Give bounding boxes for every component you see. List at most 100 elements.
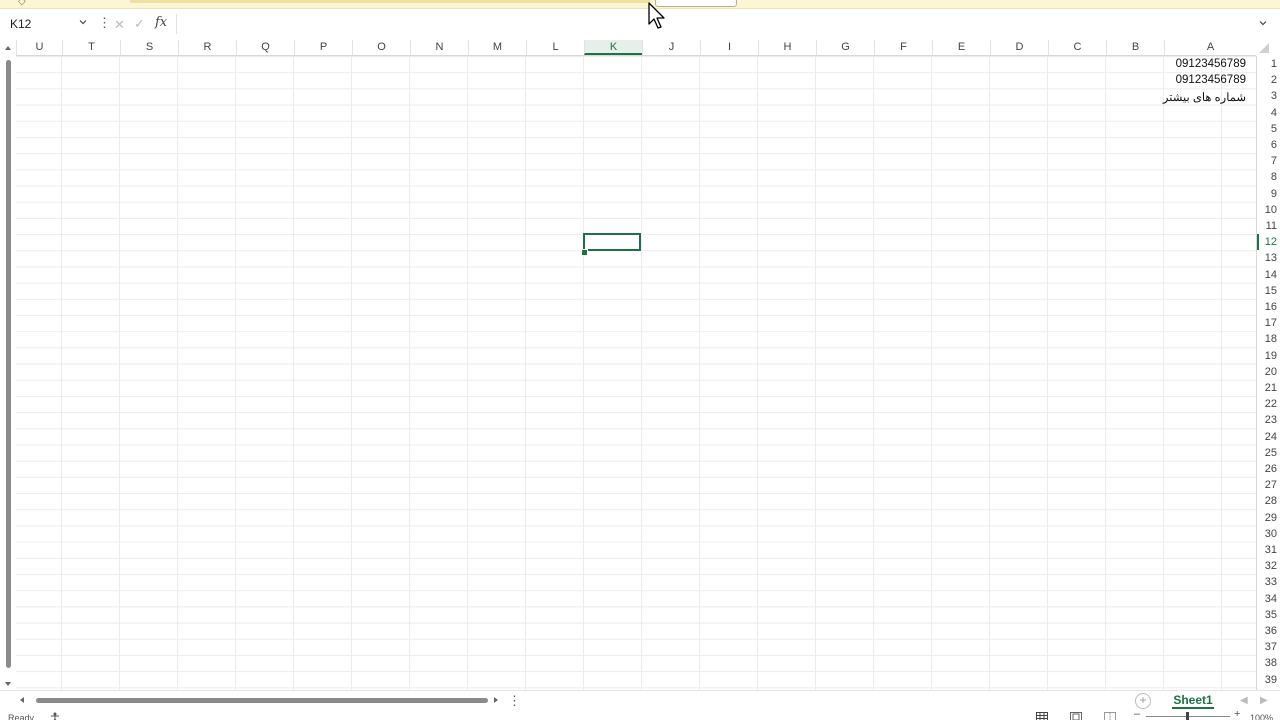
column-header-m[interactable]: M	[468, 40, 526, 55]
row-header-17[interactable]: 17	[1265, 315, 1277, 331]
vertical-scrollbar[interactable]	[3, 44, 14, 690]
banner-info-icon: ◇	[18, 0, 26, 7]
zoom-slider-thumb[interactable]	[1186, 712, 1189, 720]
cell-a1[interactable]: 09123456789	[1176, 58, 1246, 70]
fill-handle[interactable]	[581, 249, 588, 256]
column-header-u[interactable]: U	[16, 40, 62, 55]
column-header-h[interactable]: H	[758, 40, 816, 55]
column-header-f[interactable]: F	[874, 40, 932, 55]
column-header-t[interactable]: T	[62, 40, 120, 55]
vertical-scroll-thumb[interactable]	[6, 60, 11, 668]
row-header-4[interactable]: 4	[1271, 105, 1277, 121]
row-header-25[interactable]: 25	[1265, 445, 1277, 461]
column-header-c[interactable]: C	[1048, 40, 1106, 55]
row-header-2[interactable]: 2	[1271, 72, 1277, 88]
row-header-33[interactable]: 33	[1265, 574, 1277, 590]
row-header-14[interactable]: 14	[1265, 267, 1277, 283]
row-header-31[interactable]: 31	[1265, 542, 1277, 558]
row-header-7[interactable]: 7	[1271, 153, 1277, 169]
cancel-icon[interactable]: ✕	[114, 17, 125, 33]
column-header-j[interactable]: J	[642, 40, 700, 55]
row-header-32[interactable]: 32	[1265, 558, 1277, 574]
row-header-11[interactable]: 11	[1266, 218, 1277, 234]
row-header-27[interactable]: 27	[1265, 477, 1277, 493]
row-header-13[interactable]: 13	[1265, 250, 1277, 266]
column-header-b[interactable]: B	[1106, 40, 1164, 55]
column-header-a[interactable]: A	[1164, 40, 1256, 55]
sheet-grid[interactable]: 09123456789 09123456789 شماره های بیشتر	[16, 56, 1256, 690]
cell-a2[interactable]: 09123456789	[1176, 74, 1246, 86]
zoom-out-button[interactable]: –	[1134, 711, 1140, 720]
column-header-i[interactable]: I	[700, 40, 758, 55]
banner-action-button[interactable]	[655, 0, 737, 7]
column-header-q[interactable]: Q	[236, 40, 294, 55]
zoom-level[interactable]: 100%	[1250, 712, 1273, 720]
column-header: UTSRQPONMLKJIHGFEDCBA	[16, 40, 1256, 56]
row-header-15[interactable]: 15	[1265, 283, 1277, 299]
row-header-20[interactable]: 20	[1265, 364, 1277, 380]
row-header-28[interactable]: 28	[1265, 493, 1277, 509]
add-sheet-icon[interactable]: +	[1135, 693, 1151, 709]
row-header-23[interactable]: 23	[1265, 412, 1277, 428]
row-header-24[interactable]: 24	[1265, 429, 1277, 445]
column-header-k[interactable]: K	[584, 40, 642, 55]
horizontal-scroll-thumb[interactable]	[36, 698, 488, 703]
notification-banner: ◇	[0, 0, 1280, 9]
expand-icon[interactable]	[1258, 18, 1268, 28]
row-header-39[interactable]: 39	[1265, 672, 1277, 688]
enter-icon[interactable]: ✓	[134, 16, 145, 32]
row-header-1[interactable]: 1	[1271, 56, 1277, 72]
row-header-9[interactable]: 9	[1271, 186, 1277, 202]
column-header-o[interactable]: O	[352, 40, 410, 55]
row-header-19[interactable]: 19	[1265, 348, 1277, 364]
active-cell[interactable]	[583, 233, 641, 251]
row-header-5[interactable]: 5	[1271, 121, 1277, 137]
function-icon[interactable]: fx	[155, 15, 167, 30]
column-header-r[interactable]: R	[178, 40, 236, 55]
chevron-down-icon[interactable]	[78, 17, 88, 27]
row-header-3[interactable]: 3	[1271, 88, 1277, 104]
scroll-left-icon[interactable]	[18, 696, 26, 704]
tab-splitter-icon[interactable]: ⋮	[508, 693, 521, 709]
column-header-n[interactable]: N	[410, 40, 468, 55]
row-header-30[interactable]: 30	[1265, 526, 1277, 542]
scroll-down-icon[interactable]	[4, 680, 12, 688]
page-break-icon[interactable]	[1104, 712, 1116, 720]
column-header-g[interactable]: G	[816, 40, 874, 55]
column-header-s[interactable]: S	[120, 40, 178, 55]
row-header-34[interactable]: 34	[1265, 591, 1277, 607]
selected-row-indicator	[1257, 234, 1259, 250]
row-header-6[interactable]: 6	[1271, 137, 1277, 153]
accessibility-icon[interactable]	[50, 712, 60, 720]
row-header-22[interactable]: 22	[1265, 396, 1277, 412]
column-header-e[interactable]: E	[932, 40, 990, 55]
select-all-corner[interactable]	[1258, 42, 1270, 54]
column-header-d[interactable]: D	[990, 40, 1048, 55]
row-header-36[interactable]: 36	[1265, 623, 1277, 639]
scroll-up-icon[interactable]	[4, 44, 12, 52]
row-header-37[interactable]: 37	[1265, 639, 1277, 655]
row-header-16[interactable]: 16	[1265, 299, 1277, 315]
row-header: 1 2 3 4 5 6 7 8 9 10 11 12 13 14 15 16 17 18 19 20 21 22 23 24 2…	[1256, 56, 1280, 690]
page-layout-icon[interactable]	[1070, 712, 1082, 720]
cell-a3[interactable]: شماره های بیشتر	[1163, 90, 1246, 104]
row-header-8[interactable]: 8	[1271, 169, 1277, 185]
tab-next-icon[interactable]: ▶	[1260, 695, 1268, 706]
row-header-18[interactable]: 18	[1265, 331, 1277, 347]
row-header-35[interactable]: 35	[1265, 607, 1277, 623]
more-options-icon[interactable]: ⋮	[98, 15, 111, 31]
row-header-26[interactable]: 26	[1265, 461, 1277, 477]
normal-view-icon[interactable]	[1036, 712, 1048, 720]
formula-input[interactable]	[176, 14, 1246, 34]
row-header-10[interactable]: 10	[1265, 202, 1277, 218]
row-header-21[interactable]: 21	[1265, 380, 1277, 396]
row-header-29[interactable]: 29	[1265, 510, 1277, 526]
column-header-l[interactable]: L	[526, 40, 584, 55]
row-header-38[interactable]: 38	[1265, 655, 1277, 671]
scroll-right-icon[interactable]	[492, 696, 500, 704]
tab-prev-icon[interactable]: ◀	[1240, 695, 1248, 706]
row-header-12[interactable]: 12	[1265, 234, 1277, 250]
zoom-in-button[interactable]: +	[1234, 711, 1240, 720]
column-header-p[interactable]: P	[294, 40, 352, 55]
sheet-tab-bar: ⋮ + Sheet1 ◀ ▶	[0, 690, 1280, 711]
